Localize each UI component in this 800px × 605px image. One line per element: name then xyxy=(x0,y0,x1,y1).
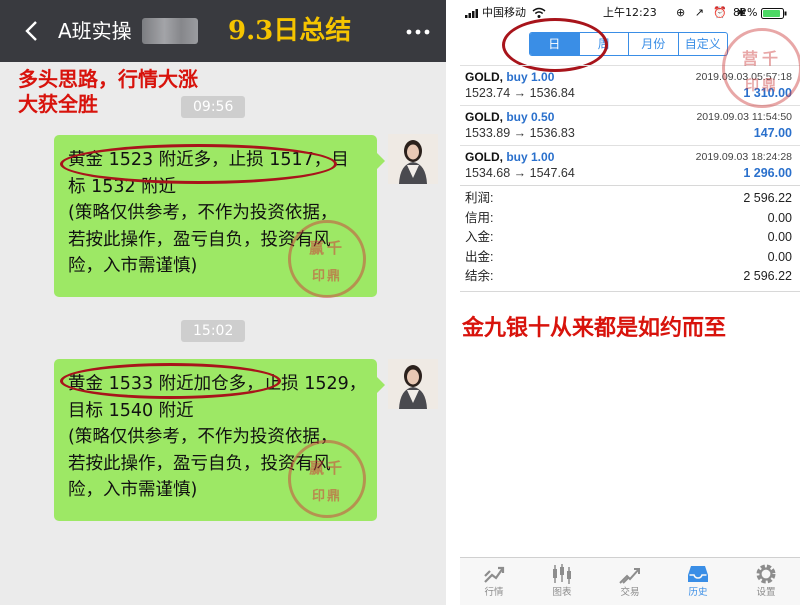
deal-row[interactable]: GOLD, buy 0.50 2019.09.03 11:54:50 1533.… xyxy=(460,105,800,145)
battery-icon xyxy=(761,8,787,19)
deal-profit: 1 296.00 xyxy=(743,166,792,180)
strategy-note-line: 多头思路，行情大涨 xyxy=(18,67,198,91)
divider xyxy=(460,291,800,292)
tab-month[interactable]: 月份 xyxy=(628,33,678,55)
summary-row-credit: 信用: 0.00 xyxy=(465,210,792,225)
strategy-note-line: 大获全胜 xyxy=(18,92,98,116)
status-bar: 中国移动 上午12:23 ⊕ ↗ ⏰ ✱ 82% xyxy=(460,0,800,26)
nav-chart[interactable]: 图表 xyxy=(528,558,596,605)
seal-stamp: 赢千 印鼎 xyxy=(288,440,366,518)
summary-row-balance: 结余: 2 596.22 xyxy=(465,269,792,284)
status-clock: 上午12:23 xyxy=(603,6,657,19)
message-timestamp: 15:02 xyxy=(181,320,246,342)
nav-quotes[interactable]: 行情 xyxy=(460,558,528,605)
deal-action: buy 0.50 xyxy=(506,110,555,124)
deal-action: buy 1.00 xyxy=(506,70,555,84)
more-options-icon[interactable] xyxy=(406,29,430,35)
avatar[interactable] xyxy=(388,134,438,184)
bubble-tail xyxy=(377,377,385,393)
bottom-nav: 行情 图表 交易 历史 设置 xyxy=(460,557,800,605)
summary-row-deposit: 入金: 0.00 xyxy=(465,230,792,245)
deal-time: 2019.09.03 18:24:28 xyxy=(695,151,792,163)
chart-icon xyxy=(553,564,571,584)
summary-row-withdrawal: 出金: 0.00 xyxy=(465,249,792,264)
deal-row[interactable]: GOLD, buy 1.00 2019.09.03 18:24:28 1534.… xyxy=(460,145,800,185)
deal-prices: 1523.74 → 1536.84 xyxy=(465,86,575,100)
chat-title: A班实操 xyxy=(58,19,132,43)
seal-stamp: 赢千 印鼎 xyxy=(288,220,366,298)
deal-symbol: GOLD, xyxy=(465,110,503,124)
summary-row-profit: 利润: 2 596.22 xyxy=(465,191,792,205)
back-arrow-icon[interactable] xyxy=(20,18,46,44)
chat-screenshot: A班实操 9.3日总结 多头思路，行情大涨 大获全胜 09:56 黄金 1523… xyxy=(0,0,446,605)
account-summary: 利润: 2 596.22 信用: 0.00 入金: 0.00 出金: 0.00 结余: 2… xyxy=(460,185,800,287)
tab-custom[interactable]: 自定义 xyxy=(677,33,728,55)
bubble-tail xyxy=(377,153,385,169)
history-icon xyxy=(688,566,708,582)
carrier-name: 中国移动 xyxy=(482,6,526,19)
deal-profit: 147.00 xyxy=(753,126,792,140)
wifi-icon xyxy=(532,7,546,18)
highlight-oval xyxy=(60,363,281,399)
nav-settings[interactable]: 设置 xyxy=(732,558,800,605)
redacted-name-blur xyxy=(142,18,198,44)
chat-header: A班实操 9.3日总结 xyxy=(0,0,446,62)
message-timestamp: 09:56 xyxy=(181,96,246,118)
deal-prices: 1533.89 → 1536.83 xyxy=(465,126,575,140)
deal-symbol: GOLD, xyxy=(465,150,503,164)
strategy-note: 多头思路，行情大涨 大获全胜 xyxy=(18,67,198,117)
trade-icon xyxy=(619,568,640,584)
deal-symbol: GOLD, xyxy=(465,70,503,84)
nav-history[interactable]: 历史 xyxy=(664,558,732,605)
promo-caption: 金九银十从来都是如约而至 xyxy=(462,316,727,341)
highlight-oval xyxy=(502,18,608,72)
message-line: 目标 1540 附近 xyxy=(68,400,194,421)
seal-stamp: 营千 印鼎 xyxy=(722,28,800,108)
quotes-icon xyxy=(484,566,505,583)
panel-divider xyxy=(446,0,460,605)
highlight-oval xyxy=(60,144,337,184)
nav-trade[interactable]: 交易 xyxy=(596,558,664,605)
gear-icon xyxy=(756,564,776,584)
summary-title: 9.3日总结 xyxy=(228,16,352,46)
deal-prices: 1534.68 → 1547.64 xyxy=(465,166,575,180)
trading-history-screen: 中国移动 上午12:23 ⊕ ↗ ⏰ ✱ 82% 日 周 月份 自定义 GOLD… xyxy=(460,0,800,605)
deal-action: buy 1.00 xyxy=(506,150,555,164)
deal-time: 2019.09.03 11:54:50 xyxy=(696,111,792,123)
avatar[interactable] xyxy=(388,359,438,409)
battery-percentage: 82% xyxy=(733,6,758,19)
